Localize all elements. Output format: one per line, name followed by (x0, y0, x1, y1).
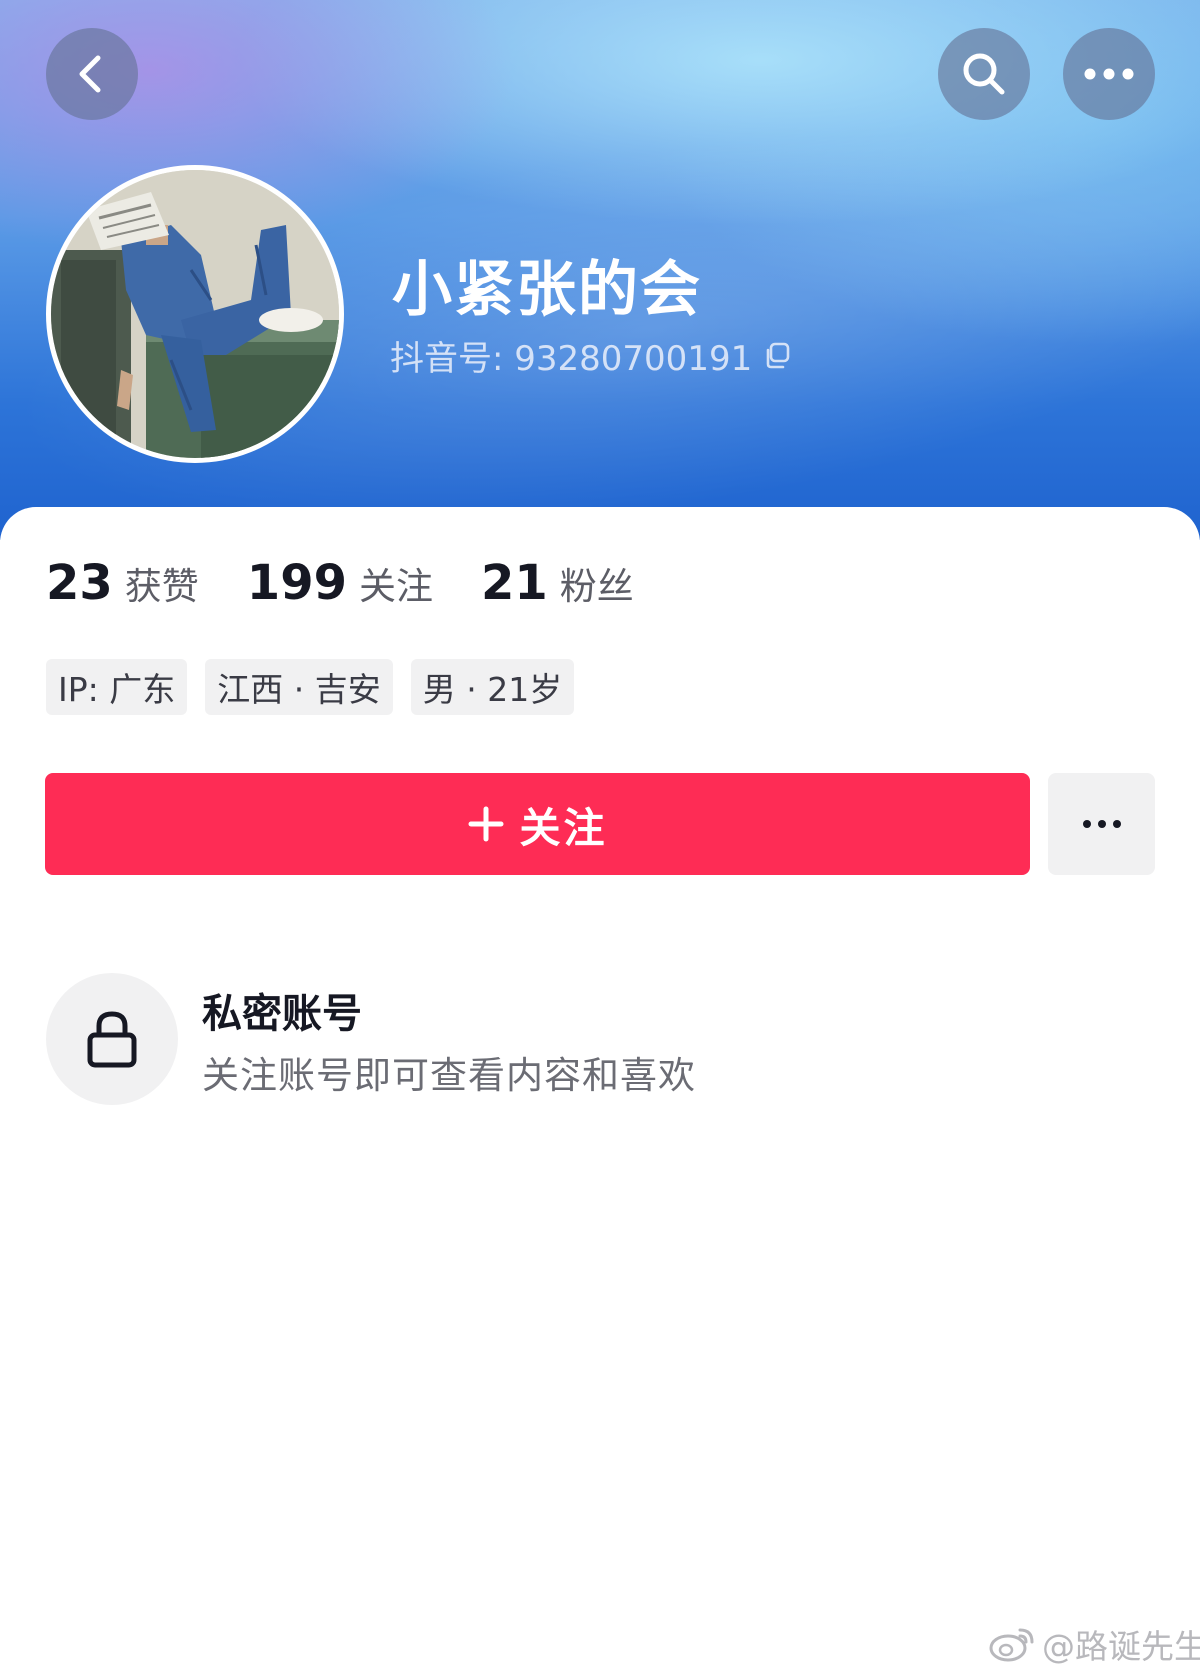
avatar-illustration-icon (51, 170, 339, 458)
more-icon (1084, 68, 1134, 80)
douyin-id-row[interactable]: 抖音号: 93280700191 (390, 333, 792, 379)
tag-gender-age: 男 · 21岁 (410, 659, 575, 715)
stat-following[interactable]: 199 关注 (247, 555, 433, 611)
tag-ip: IP: 广东 (46, 659, 188, 715)
stats-row: 23 获赞 199 关注 21 粉丝 (46, 555, 682, 611)
stat-following-value: 199 (246, 555, 347, 611)
profile-banner: 小紧张的会 抖音号: 93280700191 (0, 0, 1200, 643)
private-account-notice: 私密账号 关注账号即可查看内容和喜欢 (46, 973, 1146, 1105)
stat-likes-label: 获赞 (124, 565, 199, 608)
stat-likes-value: 23 (46, 555, 113, 611)
plus-icon (468, 806, 504, 842)
weibo-icon (989, 1628, 1034, 1662)
watermark-text: @路诞先生 (1042, 1627, 1200, 1666)
profile-content: 23 获赞 199 关注 21 粉丝 IP: 广东 江西 · 吉安 男 · 21… (0, 507, 1200, 1674)
douyin-id: 抖音号: 93280700191 (390, 338, 753, 379)
stat-followers-value: 21 (481, 555, 548, 611)
more-options-button[interactable] (1063, 28, 1155, 120)
ellipsis-icon (1082, 820, 1121, 828)
stat-followers[interactable]: 21 粉丝 (481, 555, 634, 611)
follow-more-button[interactable] (1048, 773, 1155, 875)
private-account-title: 私密账号 (202, 991, 362, 1037)
private-account-description: 关注账号即可查看内容和喜欢 (202, 1054, 696, 1097)
stat-likes[interactable]: 23 获赞 (46, 555, 199, 611)
lock-icon (87, 1011, 137, 1068)
search-icon (963, 53, 1005, 95)
back-icon (79, 55, 101, 93)
follow-button[interactable]: 关注 (45, 773, 1030, 875)
back-button[interactable] (46, 28, 138, 120)
search-button[interactable] (938, 28, 1030, 120)
tag-location: 江西 · 吉安 (205, 659, 393, 715)
lock-badge (46, 973, 178, 1105)
stat-following-label: 关注 (359, 565, 433, 608)
avatar[interactable] (46, 165, 344, 463)
watermark: @路诞先生 (988, 1620, 1200, 1668)
profile-page: 小紧张的会 抖音号: 93280700191 23 获赞 199 关注 21 粉… (0, 0, 1200, 1674)
follow-button-label: 关注 (519, 804, 608, 852)
stat-followers-label: 粉丝 (559, 565, 634, 608)
username: 小紧张的会 (392, 255, 702, 325)
copy-icon[interactable] (762, 340, 792, 370)
profile-tags: IP: 广东 江西 · 吉安 男 · 21岁 (46, 659, 592, 715)
